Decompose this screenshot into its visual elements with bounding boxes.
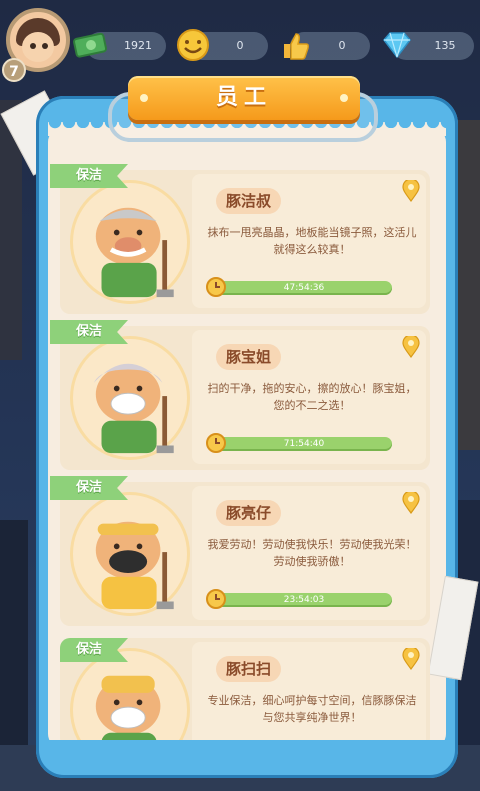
location-pin-icon[interactable] [402,336,420,358]
role-tag: 保洁 [50,164,128,188]
employee-card[interactable]: 保洁 豚亮仔 我爱劳动！劳动使我快乐！劳动使我光荣！劳动使我骄傲！ 23:54:… [50,476,430,626]
timer-text: 47:54:36 [283,283,325,293]
player-level-badge: 7 [2,58,26,82]
employee-info: 豚洁叔 抹布一甩亮晶晶，地板能当镜子照，这活儿就得这么较真！ 47:54:36 [192,174,426,308]
background-building [455,120,480,450]
timer-bar: 47:54:36 [216,281,392,295]
employee-portrait [70,648,190,748]
pig-cleaner-uncle-icon [95,207,174,298]
employee-description: 专业保洁，细心呵护每寸空间，信豚豚保洁与您共享纯净世界！ [207,694,417,724]
pig-cleaner-hat-icon [95,675,161,748]
panel-title: 员工 [128,76,360,120]
timer-text: 23:54:03 [283,595,325,605]
employee-description: 抹布一甩亮晶晶，地板能当镜子照，这活儿就得这么较真！ [207,226,417,256]
employee-description: 我爱劳动！劳动使我快乐！劳动使我光荣！劳动使我骄傲！ [207,538,417,568]
employee-info: 豚扫扫 专业保洁，细心呵护每寸空间，信豚豚保洁与您共享纯净世界！ [192,642,426,748]
role-tag: 保洁 [50,320,128,344]
role-tag: 保洁 [50,476,128,500]
timer-bar: 23:54:03 [216,593,392,607]
smile-icon [177,29,209,61]
alarm-clock-icon [206,589,226,609]
location-pin-icon[interactable] [402,180,420,202]
diamond-icon [383,32,411,59]
shift-timer: 23:54:03 [204,589,404,609]
employee-name: 豚洁叔 [216,188,282,214]
employee-card[interactable]: 保洁 豚扫扫 专业保洁，细心呵护每寸空间，信豚豚保洁与您共享纯净世界！ [60,638,430,748]
employee-name: 豚亮仔 [216,500,282,526]
timer-text: 71:54:40 [283,439,325,449]
employee-portrait [70,336,190,460]
employee-description: 扫的干净，拖的安心，擦的放心！豚宝姐，您的不二之选！ [207,382,417,412]
thumbs-up-icon [284,33,309,60]
employee-info: 豚宝姐 扫的干净，拖的安心，擦的放心！豚宝姐，您的不二之选！ 71:54:40 [192,330,426,464]
alarm-clock-icon [206,433,226,453]
shift-timer: 71:54:40 [204,433,404,453]
cash-icon [73,32,108,58]
employee-card[interactable]: 保洁 豚洁叔 抹布一甩亮晶晶，地板能当镜子照，这活儿就得这么较真！ 47:54:… [50,164,430,314]
location-pin-icon[interactable] [402,648,420,670]
pig-cleaner-aunt-icon [93,363,174,454]
location-pin-icon[interactable] [402,492,420,514]
employee-name: 豚宝姐 [216,344,282,370]
employee-portrait [70,492,190,616]
pig-cleaner-boy-icon [95,521,174,610]
shift-timer: 47:54:36 [204,277,404,297]
panel-title-text: 员工 [215,85,272,110]
alarm-clock-icon [206,277,226,297]
employee-name: 豚扫扫 [216,656,282,682]
timer-bar: 71:54:40 [216,437,392,451]
panel-bottom-edge [48,740,446,750]
employee-info: 豚亮仔 我爱劳动！劳动使我快乐！劳动使我光荣！劳动使我骄傲！ 23:54:03 [192,486,426,620]
employee-portrait [70,180,190,304]
employee-card[interactable]: 保洁 豚宝姐 扫的干净，拖的安心，擦的放心！豚宝姐，您的不二之选！ 71:54:… [50,320,430,470]
